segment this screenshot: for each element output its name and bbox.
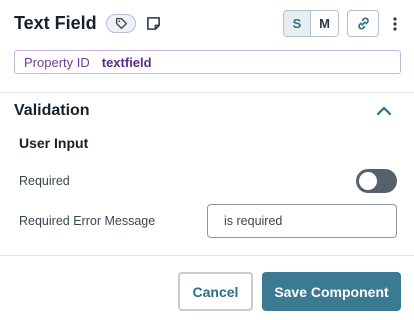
more-vertical-icon <box>393 16 397 31</box>
component-title: Text Field <box>14 13 97 33</box>
required-error-message-input[interactable] <box>207 204 397 238</box>
required-label: Required <box>19 174 70 188</box>
note-button[interactable] <box>145 14 161 32</box>
collapse-section-button[interactable] <box>375 102 393 120</box>
note-icon <box>146 16 161 31</box>
property-id-value: textfield <box>101 54 152 70</box>
property-id-label: Property ID <box>24 54 90 70</box>
link-button[interactable] <box>347 10 379 37</box>
save-component-button[interactable]: Save Component <box>262 272 401 311</box>
tag-icon <box>115 17 128 30</box>
validation-section-title[interactable]: Validation <box>14 100 90 122</box>
property-id-field[interactable]: Property ID textfield <box>14 50 401 74</box>
size-s-button[interactable]: S <box>284 11 312 36</box>
size-toggle-group: S M <box>283 10 339 37</box>
required-toggle[interactable] <box>356 169 397 193</box>
divider <box>0 92 414 93</box>
required-error-message-label: Required Error Message <box>19 214 156 228</box>
link-icon <box>356 16 371 31</box>
chevron-up-icon <box>375 102 393 120</box>
tag-button[interactable] <box>106 14 136 33</box>
more-options-button[interactable] <box>385 10 405 37</box>
cancel-button[interactable]: Cancel <box>178 272 253 311</box>
toggle-knob <box>359 172 377 190</box>
user-input-heading: User Input <box>19 135 89 151</box>
footer-divider <box>0 255 414 256</box>
size-m-button[interactable]: M <box>311 11 338 36</box>
